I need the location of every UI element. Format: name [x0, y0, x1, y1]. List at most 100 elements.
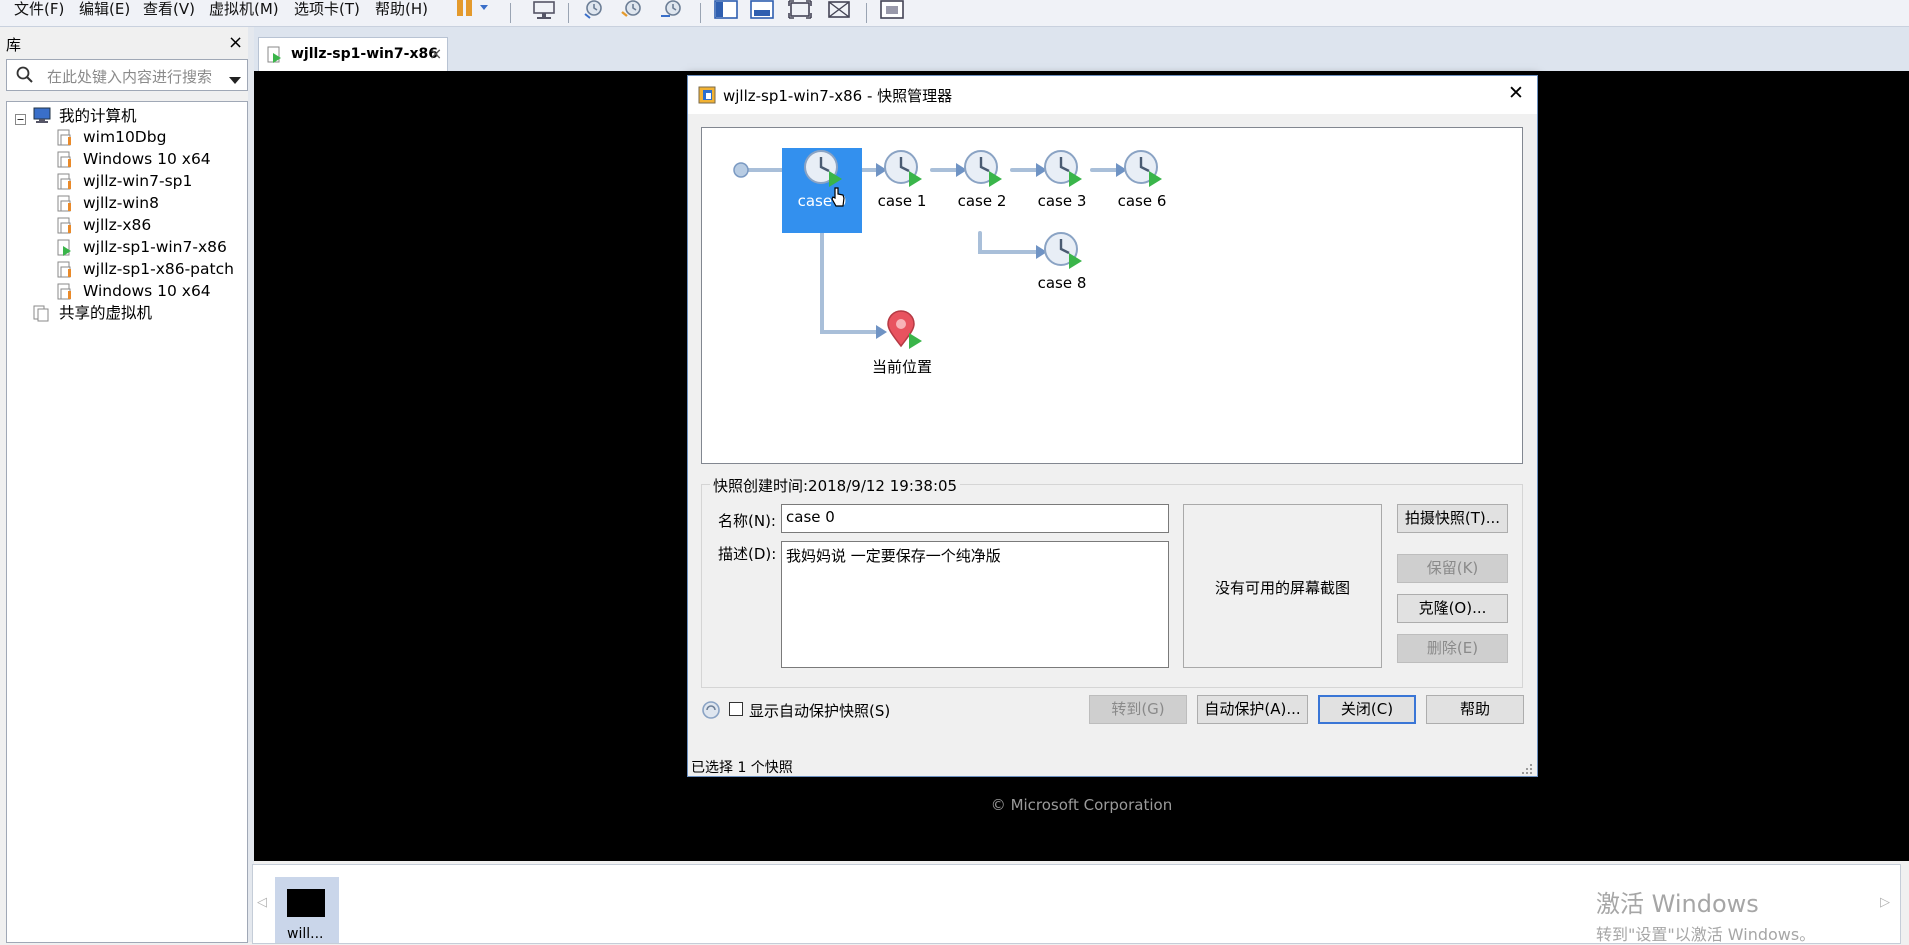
vm-icon [57, 129, 72, 146]
menu-view[interactable]: 查看(V) [143, 0, 195, 20]
mouse-cursor-hand-icon [830, 186, 846, 212]
unity-icon[interactable] [825, 0, 853, 22]
vmware-app-icon [698, 86, 716, 108]
full-screen-icon[interactable] [786, 0, 814, 22]
thumb-scroll-left-icon[interactable]: ◁ [257, 895, 267, 910]
shared-vms-icon [33, 305, 49, 322]
menu-bar: 文件(F) 编辑(E) 查看(V) 虚拟机(M) 选项卡(T) 帮助(H) [0, 0, 1909, 27]
snapshot-label-case3[interactable]: case 3 [1017, 192, 1107, 210]
snapshot-label-case1[interactable]: case 1 [857, 192, 947, 210]
vm-console-edge [1888, 71, 1909, 861]
dialog-status-bar: 已选择 1 个快照 [688, 755, 1537, 776]
revert-snapshot-icon[interactable] [619, 0, 647, 22]
menu-file[interactable]: 文件(F) [14, 0, 64, 20]
dialog-title-bar: wjllz-sp1-win7-x86 - 快照管理器 ✕ [688, 76, 1537, 114]
console-view-icon[interactable] [878, 0, 906, 22]
tab-vm[interactable]: wjllz-sp1-win7-x86 × [258, 37, 448, 72]
snapshot-label-case6[interactable]: case 6 [1097, 192, 1187, 210]
take-snapshot-icon[interactable] [580, 0, 608, 22]
menu-tabs[interactable]: 选项卡(T) [294, 0, 360, 20]
clone-button[interactable]: 克隆(O)... [1397, 594, 1508, 623]
library-search-box[interactable]: 在此处键入内容进行搜索 [6, 59, 248, 91]
tree-vm-item[interactable]: wjllz-x86 [83, 214, 151, 236]
tree-vm-item[interactable]: wjllz-sp1-win7-x86 [83, 236, 227, 258]
screenshot-preview-box: 没有可用的屏幕截图 [1183, 504, 1382, 668]
computer-icon [33, 107, 51, 128]
dialog-close-button[interactable]: ✕ [1508, 82, 1524, 104]
send-ctrl-alt-del-icon[interactable] [530, 0, 558, 22]
search-dropdown-icon[interactable] [229, 71, 241, 89]
keep-button[interactable]: 保留(K) [1397, 554, 1508, 583]
tree-root-my-computer[interactable]: 我的计算机 [59, 105, 137, 127]
snapshot-name-input[interactable]: case 0 [781, 504, 1169, 533]
tab-label: wjllz-sp1-win7-x86 [291, 46, 438, 62]
name-label: 名称(N): [718, 512, 776, 530]
snapshot-created-time: 快照创建时间:2018/9/12 19:38:05 [710, 475, 961, 496]
watermark-line1: 激活 Windows [1596, 890, 1759, 918]
vm-icon [57, 217, 72, 234]
thumbnail-item[interactable]: will... [275, 877, 339, 943]
help-button[interactable]: 帮助 [1426, 695, 1524, 724]
close-button[interactable]: 关闭(C) [1318, 695, 1416, 724]
toolbar-separator [700, 3, 701, 23]
autoprotect-button[interactable]: 自动保护(A)... [1197, 695, 1308, 724]
running-vm-icon [267, 46, 282, 67]
delete-button[interactable]: 删除(E) [1397, 634, 1508, 663]
show-library-icon[interactable] [712, 0, 740, 22]
library-tree: 我的计算机 wim10Dbg Windows 10 x64 wjllz-win7… [6, 101, 248, 943]
vm-icon [57, 195, 72, 212]
library-header: 库 × [0, 32, 248, 54]
tree-shared-vms[interactable]: 共享的虚拟机 [59, 302, 152, 324]
tree-vm-item[interactable]: wjllz-win7-sp1 [83, 170, 192, 192]
resize-grip-icon[interactable] [1521, 761, 1533, 779]
autoprotect-status-icon [701, 700, 721, 724]
collapse-icon[interactable] [15, 111, 26, 129]
thumb-scroll-right-icon[interactable]: ▷ [1880, 895, 1890, 910]
snapshot-label-case8[interactable]: case 8 [1017, 274, 1107, 292]
tree-vm-item[interactable]: wim10Dbg [83, 126, 166, 148]
vm-icon [57, 261, 72, 278]
snapshot-tree-canvas[interactable]: case 0 case 1 case 2 case 3 case 6 case … [701, 127, 1523, 464]
tab-close-button[interactable]: × [429, 44, 442, 63]
library-close-button[interactable]: × [228, 32, 243, 53]
snapshot-manager-dialog: wjllz-sp1-win7-x86 - 快照管理器 ✕ case 0 case… [687, 75, 1538, 777]
tree-vm-item[interactable]: Windows 10 x64 [83, 148, 211, 170]
snapshot-label-case2[interactable]: case 2 [937, 192, 1027, 210]
library-panel: 库 × 在此处键入内容进行搜索 我的计算机 wim10Dbg Windows 1… [0, 27, 254, 943]
activate-windows-watermark: 激活 Windows 转到"设置"以激活 Windows。 [1596, 884, 1815, 945]
snapshot-details-group: 快照创建时间:2018/9/12 19:38:05 名称(N): case 0 … [701, 475, 1523, 688]
menu-vm[interactable]: 虚拟机(M) [209, 0, 279, 20]
goto-button[interactable]: 转到(G) [1089, 695, 1187, 724]
thumbnail-preview [287, 889, 325, 917]
tree-origin-dot [733, 162, 749, 178]
tree-vm-item[interactable]: wjllz-win8 [83, 192, 159, 214]
menu-edit[interactable]: 编辑(E) [79, 0, 130, 20]
snapshot-label-current[interactable]: 当前位置 [857, 356, 947, 377]
running-vm-icon [57, 239, 72, 256]
pause-button[interactable] [454, 0, 492, 22]
vm-icon [57, 151, 72, 168]
show-autoprotect-checkbox[interactable] [729, 702, 743, 716]
menu-help[interactable]: 帮助(H) [375, 0, 428, 20]
snapshot-manager-icon[interactable] [658, 0, 686, 22]
snapshot-label-case0[interactable]: case 0 [777, 192, 867, 210]
snapshot-clock-icon [882, 148, 962, 192]
library-title: 库 [6, 36, 22, 54]
vm-icon [57, 173, 72, 190]
current-position-pin-icon [882, 310, 962, 354]
vm-icon [57, 283, 72, 300]
thumbnail-label: will... [287, 926, 324, 942]
snapshot-clock-icon [1122, 148, 1202, 192]
status-text: 已选择 1 个快照 [691, 760, 793, 776]
snapshot-description-textarea[interactable]: 我妈妈说 一定要保存一个纯净版 [781, 541, 1169, 668]
tab-bar: wjllz-sp1-win7-x86 × [254, 27, 1909, 72]
toolbar-separator [568, 3, 569, 23]
snapshot-clock-icon [1042, 148, 1122, 192]
tree-vm-item[interactable]: wjllz-sp1-x86-patch [83, 258, 234, 280]
thumbnail-bar-icon[interactable] [748, 0, 776, 22]
tree-vm-item[interactable]: Windows 10 x64 [83, 280, 211, 302]
no-screenshot-text: 没有可用的屏幕截图 [1214, 579, 1350, 597]
search-input[interactable]: 在此处键入内容进行搜索 [47, 66, 212, 87]
show-autoprotect-label[interactable]: 显示自动保护快照(S) [749, 700, 890, 721]
take-snapshot-button[interactable]: 拍摄快照(T)... [1397, 504, 1508, 533]
